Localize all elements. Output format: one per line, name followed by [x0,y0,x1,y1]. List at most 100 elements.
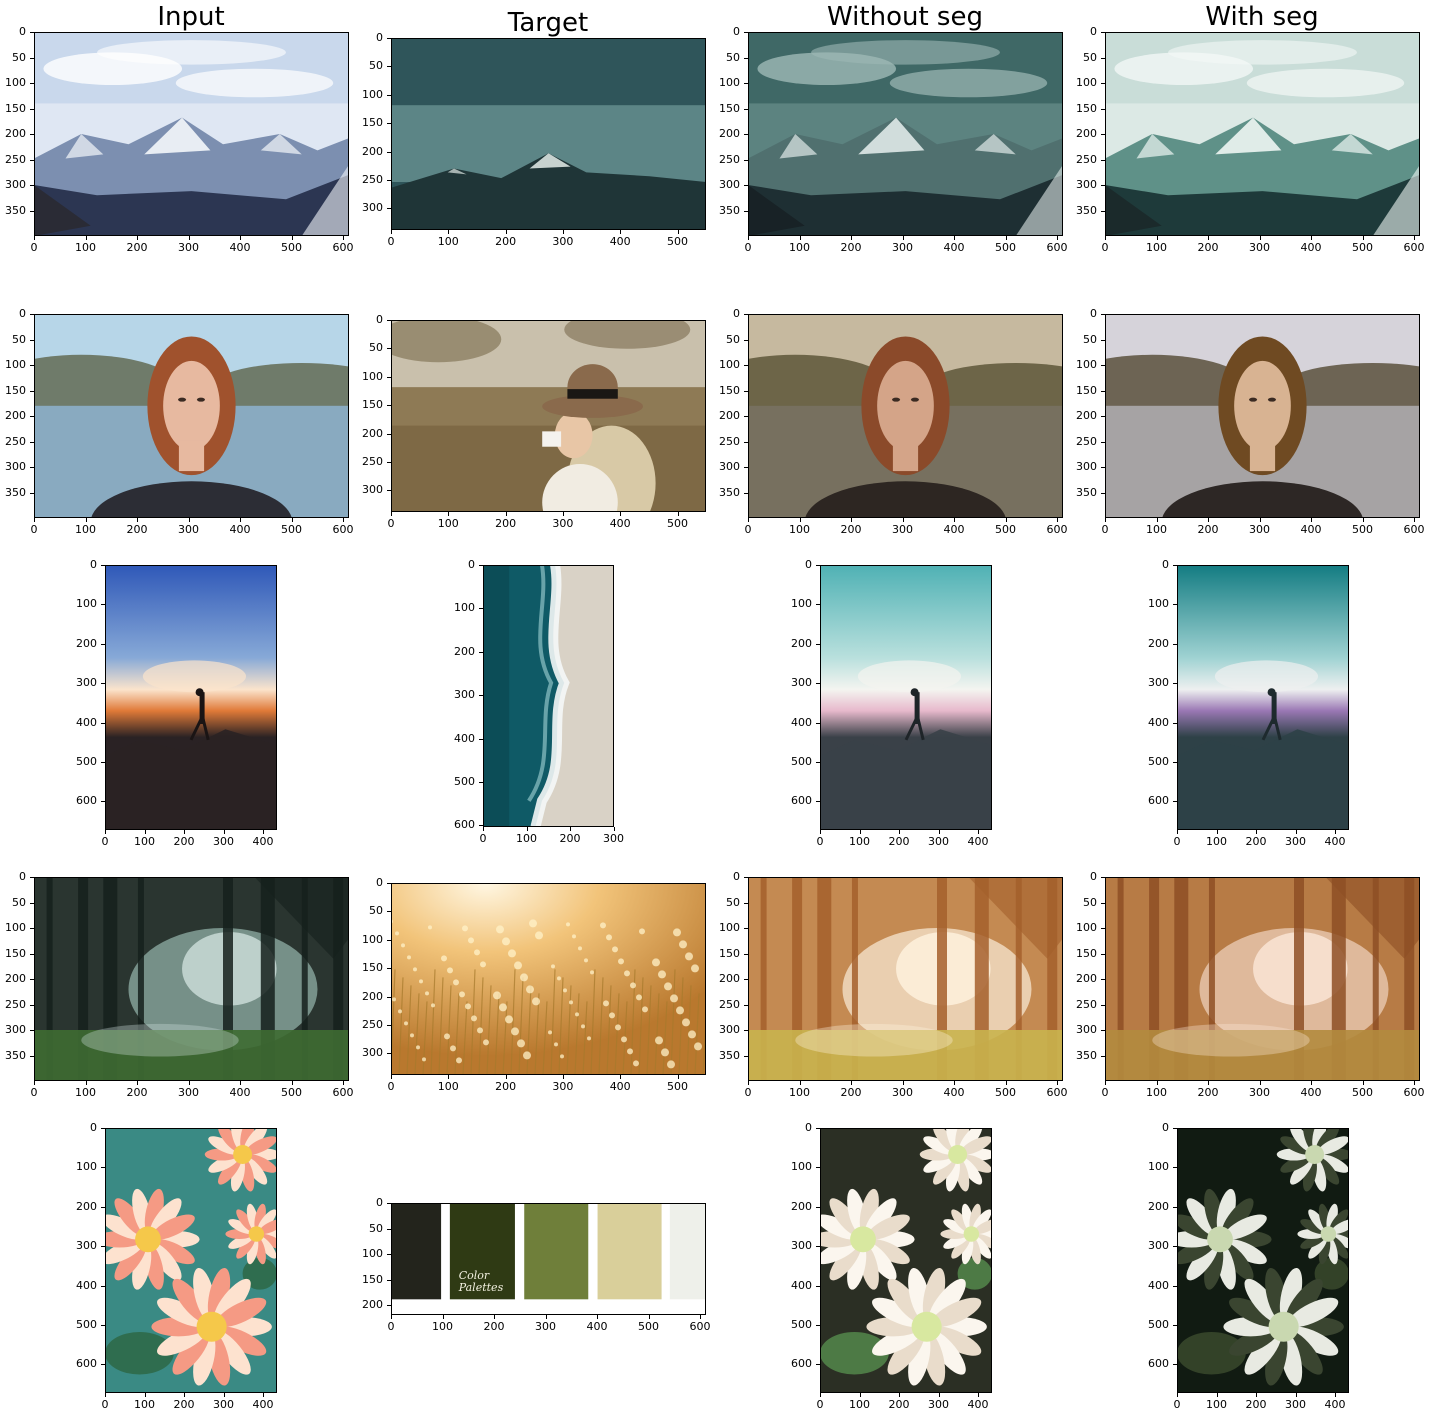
x-tick-label: 100 [437,1080,459,1093]
x-tick-label: 400 [609,517,631,530]
panel-1-without-seg [748,32,1063,236]
x-tick-label: 200 [173,835,195,848]
y-tick-label: 100 [719,76,740,89]
y-tick-label: 0 [733,870,740,883]
palette-overlay-text: Palettes [458,1281,504,1295]
y-tick-mark [816,801,820,803]
x-tick-mark [1311,1081,1312,1085]
x-tick-mark [1414,518,1415,522]
y-tick-mark [1101,441,1105,443]
image-2-with-seg [1105,314,1420,518]
y-tick-label: 0 [1162,1121,1169,1134]
y-tick-label: 350 [719,203,740,217]
image-5-target [391,1203,706,1315]
x-tick-mark [505,1075,507,1079]
x-tick-mark [1259,518,1261,522]
y-tick-mark [101,722,105,724]
x-tick-mark [1295,830,1297,834]
x-tick-mark [494,1315,495,1319]
y-tick-mark [30,83,34,84]
y-tick-label: 0 [1162,558,1169,571]
y-tick-mark [1101,953,1105,955]
x-tick-mark [902,1081,904,1085]
y-tick-label: 0 [733,307,740,320]
y-tick-label: 400 [76,1278,97,1292]
x-tick-mark [562,230,564,234]
image-4-input [34,877,349,1081]
x-tick-label: 100 [75,1086,96,1099]
x-tick-label: 600 [689,1320,711,1333]
y-tick-mark [387,1203,391,1204]
y-tick-mark [1173,722,1177,724]
y-tick-mark [744,979,748,980]
image-5-input [105,1128,277,1393]
x-tick-mark [448,230,450,234]
column-title-without-seg: Without seg [827,2,983,32]
x-tick-mark [240,518,241,522]
y-tick-label: 350 [5,1048,26,1062]
y-tick-label: 200 [791,636,812,650]
y-tick-label: 50 [369,341,383,355]
x-tick-label: 500 [638,1320,659,1333]
x-tick-label: 400 [229,241,251,254]
y-tick-label: 0 [19,307,26,320]
y-tick-label: 150 [5,383,26,397]
x-tick-label: 0 [1101,523,1109,536]
x-tick-mark [1177,830,1178,834]
x-tick-label: 100 [849,1398,870,1411]
x-tick-label: 500 [667,517,688,530]
y-tick-mark [1173,1128,1177,1129]
x-tick-label: 600 [1046,523,1068,536]
x-tick-label: 100 [1146,523,1167,536]
y-tick-mark [387,38,391,39]
image-5-with-seg [1177,1128,1349,1393]
x-tick-mark [700,1315,701,1319]
y-tick-mark [1101,1055,1105,1057]
x-tick-label: 300 [1249,523,1270,536]
y-tick-label: 600 [454,818,475,832]
y-tick-label: 500 [791,1318,812,1331]
y-tick-mark [387,94,391,96]
y-tick-label: 150 [1076,101,1097,115]
x-tick-mark [526,827,528,831]
y-tick-mark [744,108,748,110]
x-tick-label: 400 [1300,523,1322,536]
x-tick-mark [1259,1081,1261,1085]
x-tick-label: 0 [744,1086,752,1099]
x-tick-label: 0 [30,523,38,536]
y-tick-label: 250 [5,434,26,448]
y-tick-mark [744,365,748,366]
y-tick-mark [816,1285,820,1287]
y-tick-mark [816,565,820,566]
y-tick-label: 100 [362,87,383,101]
y-tick-mark [479,608,483,610]
y-tick-label: 0 [19,25,26,38]
y-tick-mark [30,441,34,443]
y-tick-mark [744,210,748,212]
y-tick-mark [744,877,748,878]
y-tick-mark [30,1030,34,1031]
x-tick-label: 100 [849,835,870,848]
x-tick-mark [1311,236,1312,240]
x-tick-label: 500 [995,1086,1016,1099]
y-tick-label: 100 [5,358,26,371]
y-tick-mark [101,1206,105,1208]
x-tick-label: 0 [101,835,109,848]
x-tick-label: 300 [178,523,199,536]
x-tick-label: 300 [928,1398,949,1411]
x-tick-label: 0 [387,1320,395,1333]
y-tick-mark [387,433,391,435]
y-tick-label: 150 [1076,946,1097,960]
y-tick-mark [1101,134,1105,135]
y-tick-mark [101,683,105,685]
x-tick-label: 100 [432,1320,453,1333]
y-tick-label: 150 [1076,383,1097,397]
y-tick-label: 150 [719,383,740,397]
y-tick-mark [744,134,748,135]
x-tick-label: 200 [1197,523,1219,536]
y-tick-mark [744,416,748,417]
x-tick-mark [677,1075,679,1079]
y-tick-mark [101,762,105,763]
y-tick-label: 0 [90,558,97,571]
x-tick-label: 300 [552,517,574,530]
